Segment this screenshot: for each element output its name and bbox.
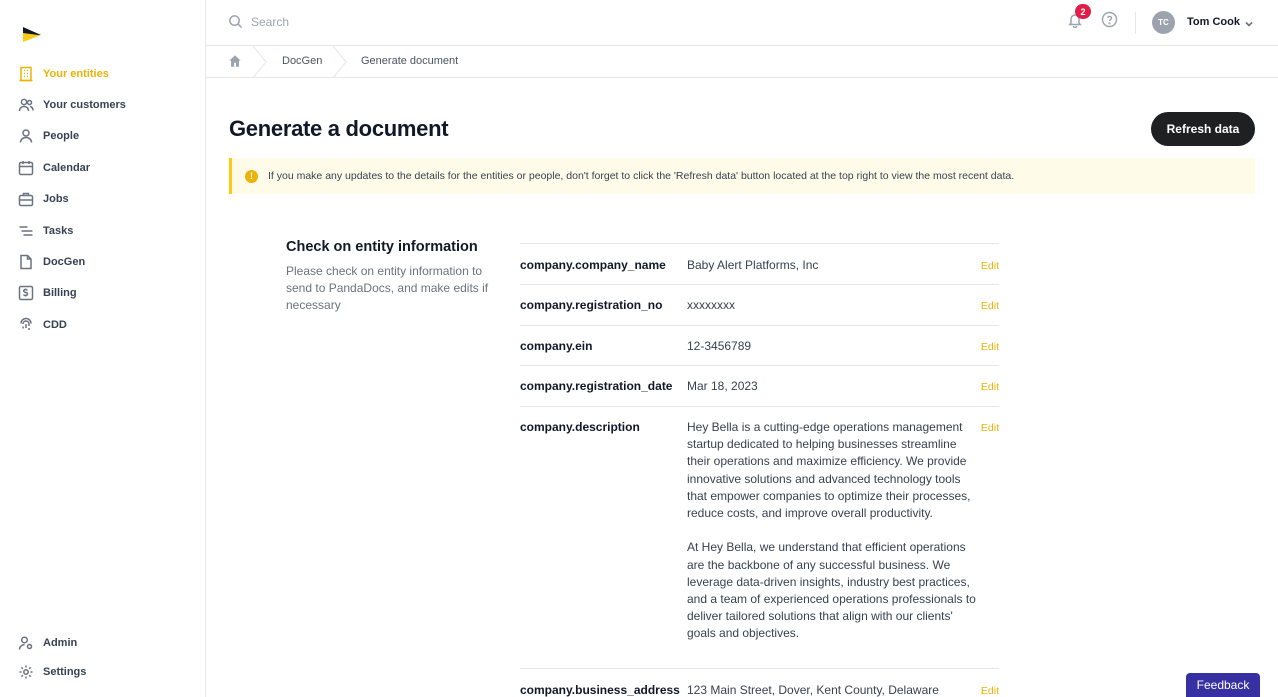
gear-icon xyxy=(18,664,34,680)
sidebar-item-label: Calendar xyxy=(43,161,91,174)
briefcase-icon xyxy=(18,191,34,207)
sidebar-item-your-entities[interactable]: Your entities xyxy=(0,58,205,89)
sidebar-item-docgen[interactable]: DocGen xyxy=(0,246,205,277)
field-row-registration-date: company.registration_date Mar 18, 2023 E… xyxy=(520,365,999,406)
search-input[interactable] xyxy=(251,14,651,29)
edit-link[interactable]: Edit xyxy=(981,260,999,272)
home-icon[interactable] xyxy=(228,54,243,69)
breadcrumb: DocGen Generate document xyxy=(206,45,1278,79)
breadcrumb-separator xyxy=(332,45,348,79)
sidebar-item-label: Your entities xyxy=(43,67,109,80)
sidebar-item-label: DocGen xyxy=(43,256,86,269)
field-value: Mar 18, 2023 xyxy=(687,379,758,393)
entity-field-table: company.company_name Baby Alert Platform… xyxy=(520,243,999,697)
edit-link[interactable]: Edit xyxy=(981,422,999,434)
edit-link[interactable]: Edit xyxy=(981,685,999,697)
user-icon xyxy=(18,128,34,144)
sidebar-item-your-customers[interactable]: Your customers xyxy=(0,89,205,120)
sidebar-item-admin[interactable]: Admin xyxy=(0,628,205,657)
field-key: company.ein xyxy=(520,339,593,353)
field-value: Hey Bella is a cutting-edge operations m… xyxy=(687,420,976,641)
field-value: 12-3456789 xyxy=(687,339,752,353)
avatar[interactable]: TC xyxy=(1152,11,1175,34)
sidebar-bottom-nav: Admin Settings xyxy=(0,628,205,686)
topbar-divider xyxy=(1135,12,1136,34)
users-icon xyxy=(18,97,34,113)
search-bar xyxy=(228,14,651,29)
list-icon xyxy=(18,223,34,239)
field-value: 123 Main Street, Dover, Kent County, Del… xyxy=(687,683,939,697)
alert-text: If you make any updates to the details f… xyxy=(268,170,1015,182)
sidebar-item-settings[interactable]: Settings xyxy=(0,657,205,686)
page-title: Generate a document xyxy=(229,116,449,141)
sidebar-item-label: CDD xyxy=(43,318,67,331)
chevron-down-icon[interactable] xyxy=(1243,17,1255,29)
sidebar: Your entities Your customers People Cale… xyxy=(0,0,206,697)
field-value: xxxxxxxx xyxy=(687,298,735,312)
edit-link[interactable]: Edit xyxy=(981,341,999,353)
calendar-icon xyxy=(18,160,34,176)
help-icon[interactable] xyxy=(1101,11,1118,28)
sidebar-item-calendar[interactable]: Calendar xyxy=(0,152,205,183)
field-row-description: company.description Hey Bella is a cutti… xyxy=(520,406,999,668)
field-key: company.business_address xyxy=(520,683,680,697)
field-key: company.registration_no xyxy=(520,298,663,312)
billing-icon xyxy=(18,285,34,301)
sidebar-item-label: Admin xyxy=(43,636,78,649)
topbar: 2 TC Tom Cook xyxy=(206,0,1278,46)
brand-logo[interactable] xyxy=(22,24,42,44)
breadcrumb-generate-document[interactable]: Generate document xyxy=(361,55,458,67)
admin-user-icon xyxy=(18,635,34,651)
section-title: Check on entity information xyxy=(286,239,478,255)
field-key: company.registration_date xyxy=(520,379,673,393)
fingerprint-icon xyxy=(18,317,34,333)
edit-link[interactable]: Edit xyxy=(981,300,999,312)
sidebar-item-label: Settings xyxy=(43,665,87,678)
sidebar-item-label: People xyxy=(43,130,80,143)
sidebar-item-cdd[interactable]: CDD xyxy=(0,309,205,340)
sidebar-item-jobs[interactable]: Jobs xyxy=(0,184,205,215)
refresh-data-button[interactable]: Refresh data xyxy=(1151,112,1255,146)
sidebar-item-label: Your customers xyxy=(43,99,126,112)
notification-badge: 2 xyxy=(1075,4,1091,19)
sidebar-item-billing[interactable]: Billing xyxy=(0,278,205,309)
app: Your entities Your customers People Cale… xyxy=(0,0,1278,697)
search-icon xyxy=(229,15,243,29)
field-value: Baby Alert Platforms, Inc xyxy=(687,258,819,272)
building-icon xyxy=(18,66,34,82)
document-icon xyxy=(18,254,34,270)
sidebar-item-label: Billing xyxy=(43,287,77,300)
field-key: company.description xyxy=(520,420,640,434)
sidebar-item-people[interactable]: People xyxy=(0,121,205,152)
section-description: Please check on entity information to se… xyxy=(286,264,489,312)
field-row-business-address: company.business_address 123 Main Street… xyxy=(520,668,999,697)
breadcrumb-separator xyxy=(252,45,268,79)
user-name[interactable]: Tom Cook xyxy=(1187,16,1240,28)
breadcrumb-docgen[interactable]: DocGen xyxy=(282,55,322,67)
warning-icon: ! xyxy=(245,169,258,183)
edit-link[interactable]: Edit xyxy=(981,381,999,393)
field-row-registration-no: company.registration_no xxxxxxxx Edit xyxy=(520,284,999,325)
field-row-ein: company.ein 12-3456789 Edit xyxy=(520,325,999,365)
field-row-company-name: company.company_name Baby Alert Platform… xyxy=(520,243,999,284)
feedback-button[interactable]: Feedback xyxy=(1186,673,1260,697)
sidebar-item-label: Jobs xyxy=(43,193,69,206)
sidebar-item-tasks[interactable]: Tasks xyxy=(0,215,205,246)
sidebar-item-label: Tasks xyxy=(43,224,74,237)
info-alert: ! If you make any updates to the details… xyxy=(229,158,1255,194)
field-key: company.company_name xyxy=(520,258,666,272)
sidebar-nav: Your entities Your customers People Cale… xyxy=(0,58,205,341)
